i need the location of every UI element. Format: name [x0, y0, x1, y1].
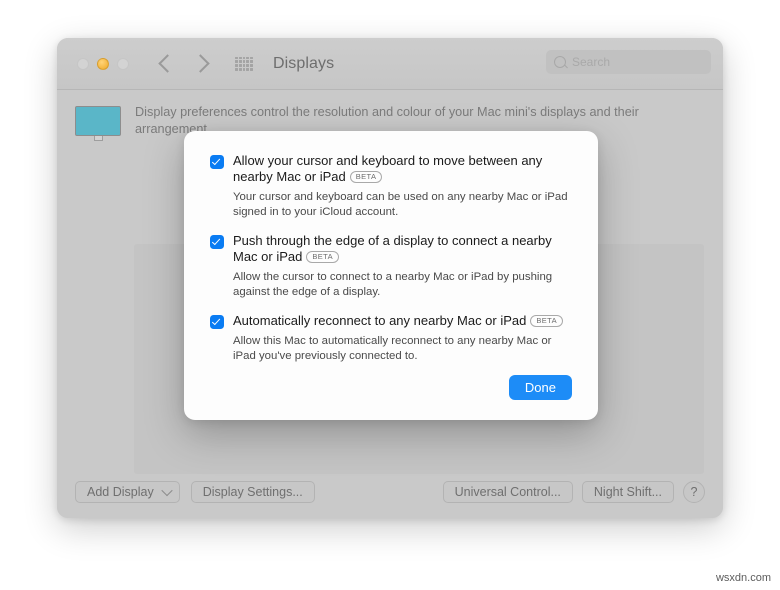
beta-badge: BETA	[306, 251, 340, 263]
minimize-button[interactable]	[97, 57, 109, 70]
night-shift-button[interactable]: Night Shift...	[581, 480, 674, 503]
beta-badge: BETA	[530, 315, 564, 327]
add-display-popup-button[interactable]: Add Display	[75, 480, 180, 503]
forward-chevron-icon[interactable]	[191, 54, 210, 73]
display-stand-shape	[93, 136, 103, 141]
option-row[interactable]: Allow your cursor and keyboard to move b…	[210, 153, 572, 219]
display-screen-shape	[75, 106, 121, 136]
universal-control-button[interactable]: Universal Control...	[442, 480, 573, 503]
option-body: Allow your cursor and keyboard to move b…	[233, 153, 572, 219]
help-label: ?	[690, 484, 698, 499]
display-settings-button[interactable]: Display Settings...	[190, 480, 315, 503]
checkbox-automatically-reconnect[interactable]	[210, 315, 224, 329]
option-description: Allow this Mac to automatically reconnec…	[233, 335, 552, 362]
done-button[interactable]: Done	[508, 375, 572, 400]
option-title: Allow your cursor and keyboard to move b…	[233, 153, 572, 185]
universal-control-sheet: Allow your cursor and keyboard to move b…	[184, 131, 598, 420]
window-title: Displays	[273, 54, 335, 72]
option-title: Automatically reconnect to any nearby Ma…	[233, 313, 572, 329]
option-row[interactable]: Push through the edge of a display to co…	[210, 233, 572, 299]
option-title-text: Allow your cursor and keyboard to move b…	[233, 153, 543, 184]
search-icon	[554, 56, 566, 68]
display-icon	[75, 106, 121, 141]
search-placeholder: Search	[572, 55, 611, 69]
navigation-arrows	[158, 54, 210, 73]
option-body: Automatically reconnect to any nearby Ma…	[233, 313, 572, 363]
option-title-text: Automatically reconnect to any nearby Ma…	[233, 313, 527, 328]
option-title-text: Push through the edge of a display to co…	[233, 233, 552, 264]
search-field[interactable]: Search	[546, 50, 711, 74]
close-button[interactable]	[77, 57, 89, 70]
window-titlebar: Displays Search	[57, 38, 723, 90]
show-all-grid-icon[interactable]	[235, 56, 253, 71]
help-button[interactable]: ?	[683, 480, 705, 503]
universal-control-label: Universal Control...	[454, 484, 561, 499]
option-title: Push through the edge of a display to co…	[233, 233, 572, 265]
display-settings-label: Display Settings...	[202, 484, 303, 499]
zoom-button[interactable]	[117, 57, 129, 70]
sheet-footer: Done	[508, 375, 572, 400]
add-display-label: Add Display	[87, 484, 154, 499]
watermark: wsxdn.com	[715, 572, 771, 584]
bottom-toolbar: Add Display Display Settings... Universa…	[57, 464, 723, 518]
back-chevron-icon[interactable]	[158, 54, 177, 73]
option-row[interactable]: Automatically reconnect to any nearby Ma…	[210, 313, 572, 363]
option-description: Allow the cursor to connect to a nearby …	[233, 271, 553, 298]
traffic-light-group	[77, 57, 129, 70]
chevron-down-icon	[161, 484, 173, 496]
checkbox-allow-cursor-keyboard[interactable]	[210, 155, 224, 169]
option-body: Push through the edge of a display to co…	[233, 233, 572, 299]
night-shift-label: Night Shift...	[593, 484, 662, 499]
checkbox-push-through-edge[interactable]	[210, 235, 224, 249]
beta-badge: BETA	[349, 171, 383, 183]
option-description: Your cursor and keyboard can be used on …	[233, 191, 568, 218]
